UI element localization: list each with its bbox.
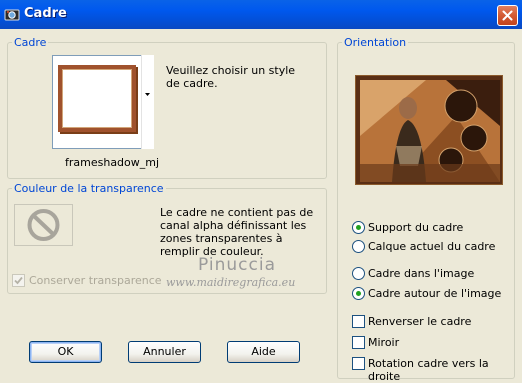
cadre-dans-image-radio[interactable] — [352, 267, 365, 280]
orientation-group-label: Orientation — [342, 36, 409, 49]
renverser-label[interactable]: Renverser le cadre — [368, 315, 471, 328]
miroir-checkbox[interactable] — [352, 336, 365, 349]
cadre-dans-image-label[interactable]: Cadre dans l'image — [368, 267, 474, 280]
orientation-preview-image — [355, 75, 503, 185]
frame-thumbnail — [58, 65, 136, 132]
frame-style-picker[interactable] — [52, 55, 154, 149]
frame-group-label: Cadre — [12, 36, 49, 49]
miroir-label[interactable]: Miroir — [368, 336, 399, 349]
cadre-autour-image-label[interactable]: Cadre autour de l'image — [368, 287, 501, 300]
transparency-message: Le cadre ne contient pas de canal alpha … — [160, 206, 314, 258]
support-du-cadre-radio[interactable] — [352, 221, 365, 234]
frame-dropdown-button[interactable] — [141, 55, 154, 149]
calque-actuel-radio[interactable] — [352, 240, 365, 253]
help-button[interactable]: Aide — [227, 341, 300, 363]
keep-transparency-checkbox[interactable] — [12, 274, 25, 287]
dialog-window: Cadre Cadre Veuillez choisir un style de… — [0, 0, 522, 383]
frame-name-label: frameshadow_mj — [65, 156, 160, 169]
frame-instructions: Veuillez choisir un style de cadre. — [166, 64, 296, 90]
rotation-checkbox[interactable] — [352, 357, 365, 370]
title-bar[interactable]: Cadre — [0, 0, 522, 29]
transparency-color-swatch[interactable] — [14, 204, 73, 246]
preview-artwork — [356, 76, 502, 184]
watermark-url: www.maidiregrafica.eu — [166, 276, 296, 289]
cadre-autour-image-radio[interactable] — [352, 287, 365, 300]
app-icon — [4, 9, 20, 21]
close-button[interactable] — [497, 5, 518, 26]
close-icon — [502, 10, 513, 21]
cancel-button[interactable]: Annuler — [128, 341, 201, 363]
calque-actuel-label[interactable]: Calque actuel du cadre — [368, 240, 495, 253]
transparency-group-label: Couleur de la transparence — [12, 182, 166, 195]
checkmark-icon — [14, 276, 23, 285]
support-du-cadre-label[interactable]: Support du cadre — [368, 221, 463, 234]
watermark-name: Pinuccia — [198, 255, 276, 275]
keep-transparency-label: Conserver transparence — [29, 274, 162, 287]
window-title: Cadre — [24, 6, 67, 21]
radio-selected-dot — [356, 291, 361, 296]
radio-selected-dot — [356, 225, 361, 230]
chevron-down-icon — [145, 93, 150, 96]
renverser-checkbox[interactable] — [352, 315, 365, 328]
rotation-label[interactable]: Rotation cadre vers la droite — [368, 357, 522, 383]
prohibited-icon — [27, 209, 60, 241]
ok-button[interactable]: OK — [29, 341, 102, 363]
